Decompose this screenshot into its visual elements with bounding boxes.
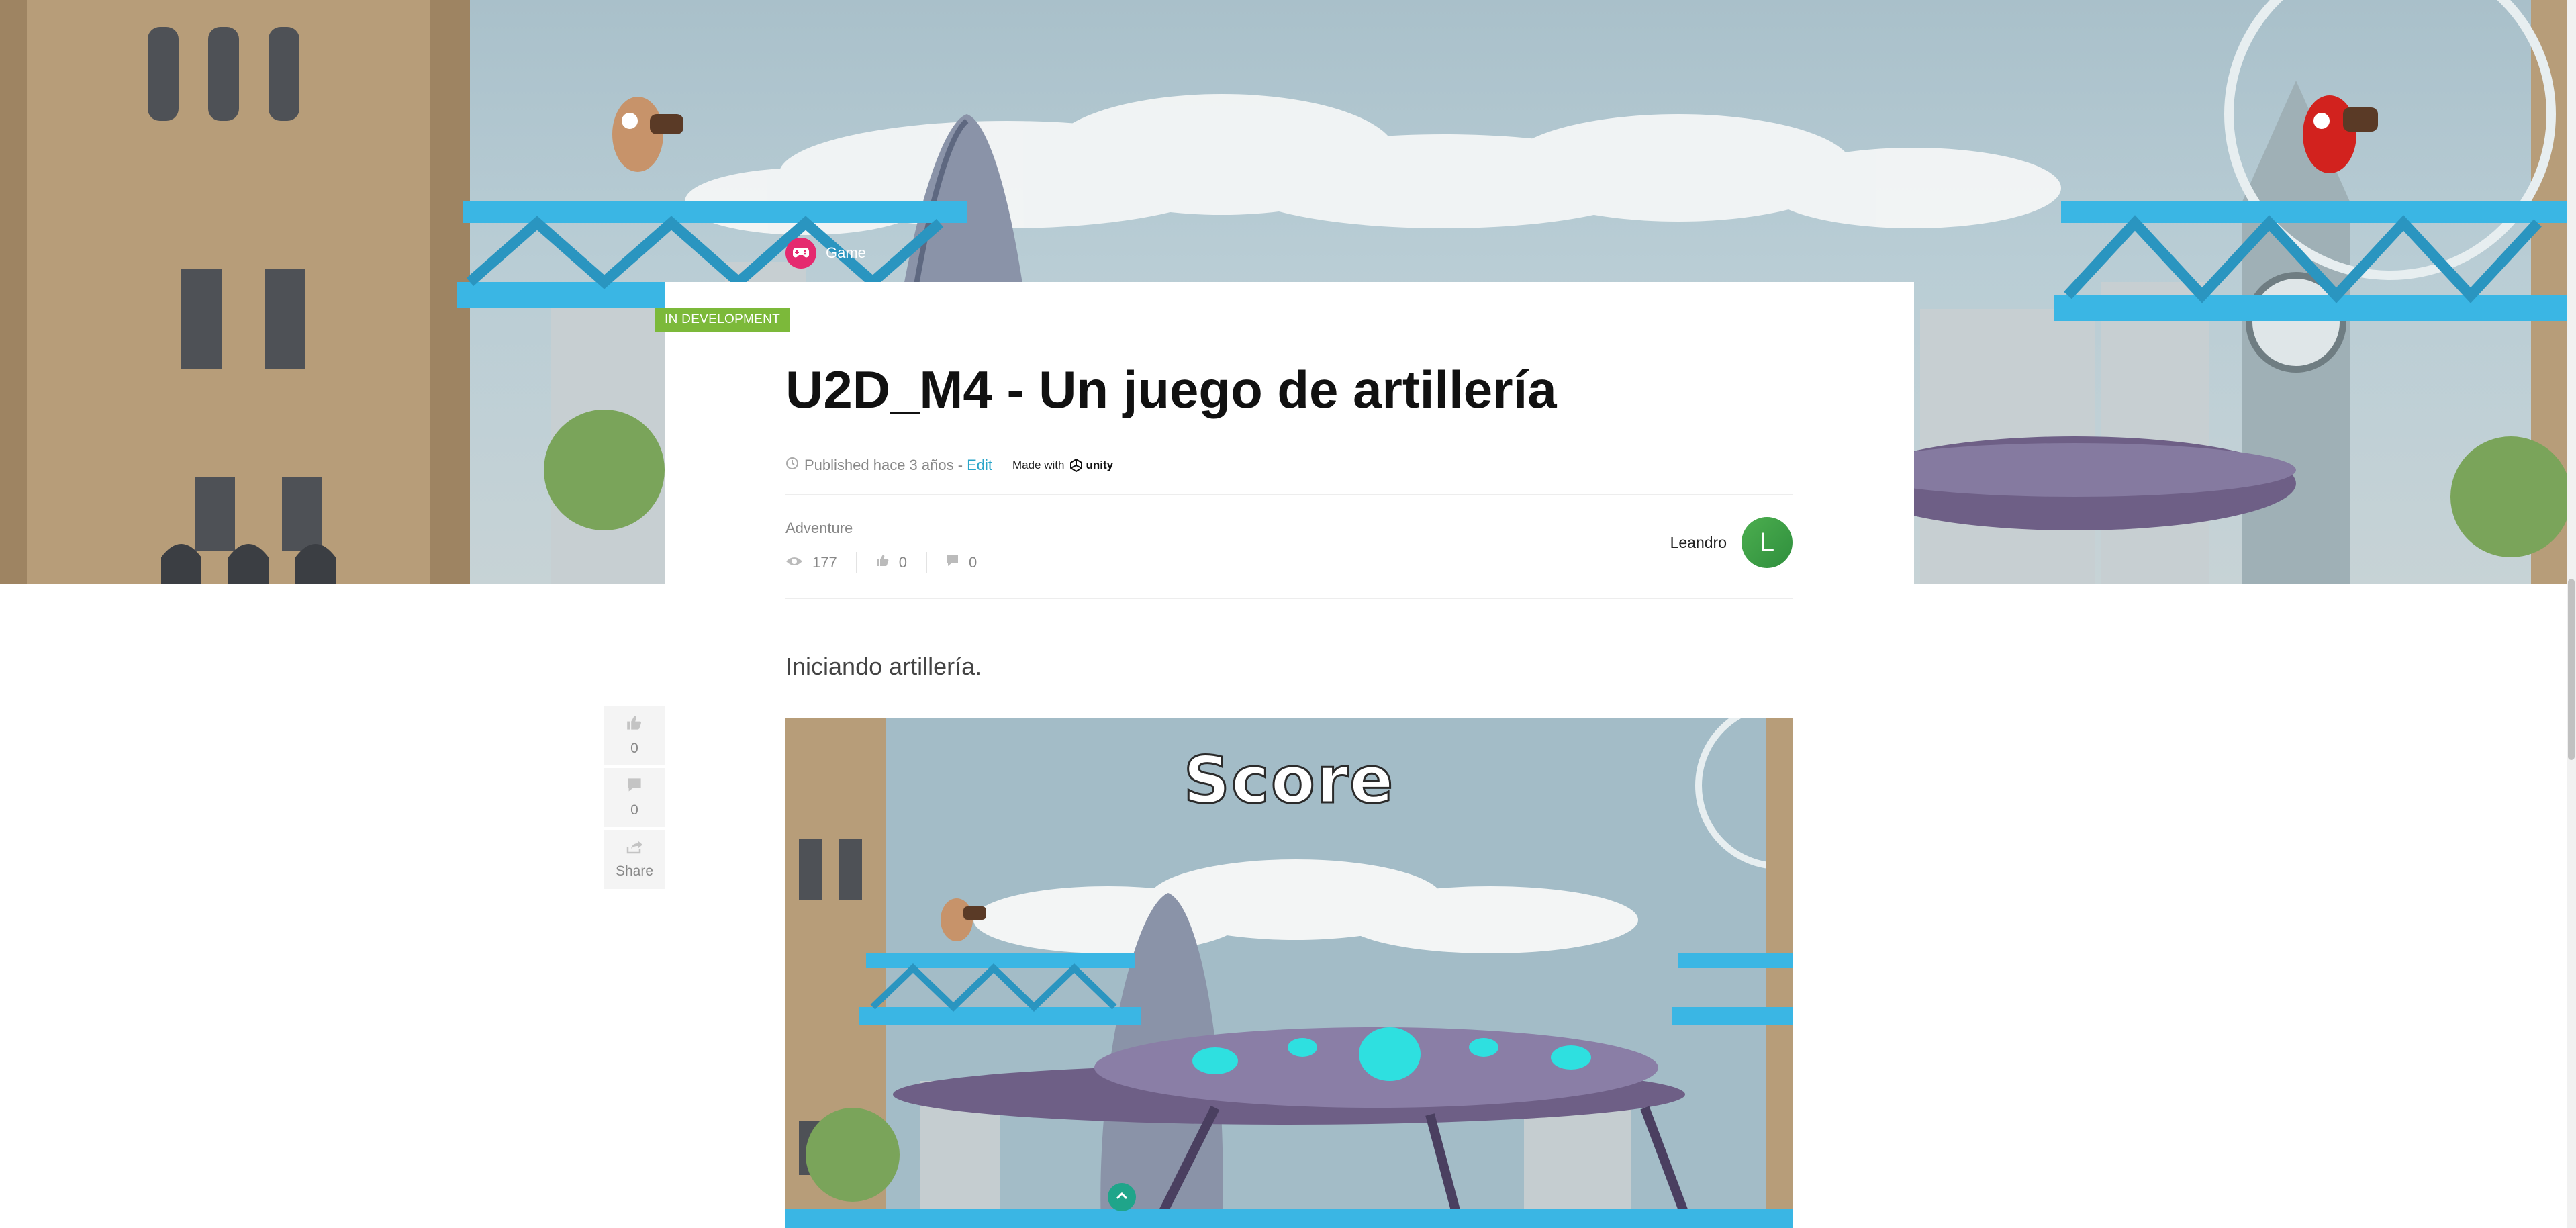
side-comment-button[interactable]: 0 (604, 768, 665, 827)
stats-row: 177 0 0 (785, 552, 1014, 573)
status-badge: IN DEVELOPMENT (655, 308, 790, 332)
avatar[interactable]: L (1742, 517, 1793, 568)
made-with-label: Made with (1012, 459, 1065, 471)
scroll-up-button[interactable] (1108, 1183, 1136, 1211)
published-text: Published hace 3 años - (804, 457, 963, 473)
hero-character-left (612, 97, 683, 172)
edit-link[interactable]: Edit (967, 457, 992, 474)
side-share-button[interactable]: Share (604, 830, 665, 889)
chevron-up-icon (1115, 1191, 1129, 1204)
category-label: Game (826, 244, 866, 261)
divider-bottom (785, 598, 1793, 599)
side-like-count: 0 (630, 741, 638, 756)
likes-stat[interactable]: 0 (876, 552, 927, 573)
eye-icon (785, 554, 803, 571)
views-stat: 177 (785, 552, 857, 573)
comments-count: 0 (968, 554, 977, 571)
unity-text: unity (1086, 459, 1114, 471)
gamepad-icon (785, 238, 816, 269)
share-icon (626, 839, 643, 858)
score-label: Score (1182, 742, 1395, 819)
thumbs-up-icon (876, 554, 890, 571)
author-name[interactable]: Leandro (1670, 534, 1727, 552)
game-screenshot[interactable]: Score (785, 718, 1793, 1228)
likes-count: 0 (898, 554, 907, 571)
comment-icon (946, 554, 959, 571)
made-with[interactable]: Made with unity (1012, 459, 1113, 472)
publish-meta: Published hace 3 años - Edit Made with u… (785, 457, 1113, 474)
unity-logo: unity (1069, 459, 1113, 472)
side-like-button[interactable]: 0 (604, 706, 665, 765)
divider-top (785, 494, 1793, 495)
side-action-bar: 0 0 Share (604, 706, 665, 892)
unity-icon (1070, 459, 1083, 472)
comment-icon (626, 777, 642, 797)
intro-text: Iniciando artillería. (785, 653, 982, 680)
thumbs-up-icon (626, 715, 642, 735)
comments-stat[interactable]: 0 (946, 552, 996, 573)
page-title: U2D_M4 - Un juego de artillería (785, 360, 1557, 419)
side-comment-count: 0 (630, 802, 638, 818)
hero-character-right (2303, 95, 2378, 173)
genre-link[interactable]: Adventure (785, 520, 853, 537)
views-count: 177 (812, 554, 837, 571)
scrollbar-thumb[interactable] (2568, 579, 2575, 760)
side-share-label: Share (615, 863, 654, 879)
clock-icon (785, 457, 799, 474)
author[interactable]: Leandro L (1670, 517, 1793, 568)
category-link[interactable]: Game (785, 238, 866, 269)
